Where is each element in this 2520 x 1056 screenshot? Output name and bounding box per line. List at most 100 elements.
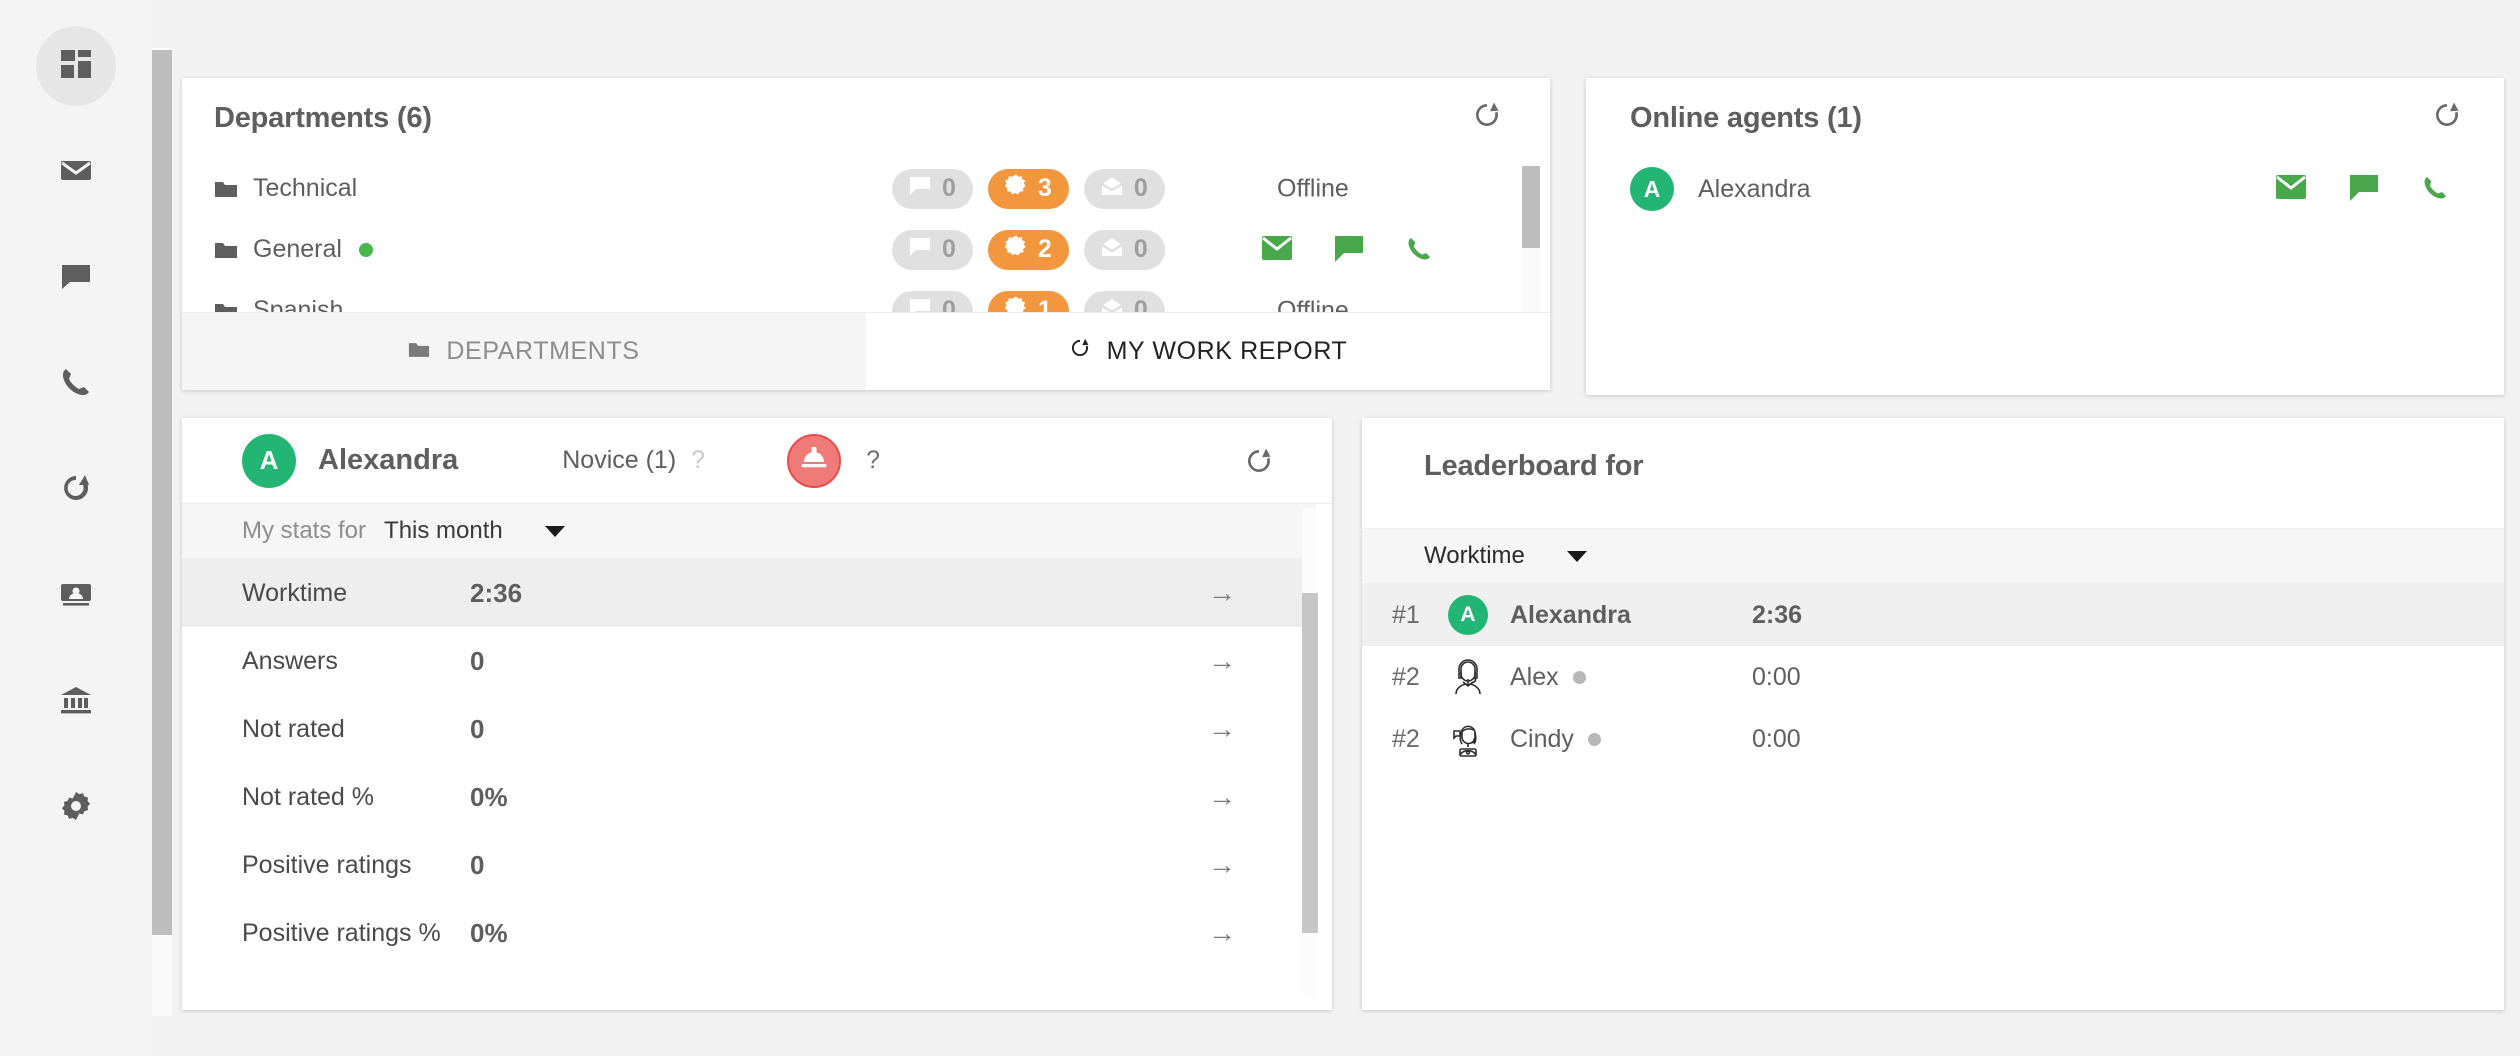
stat-value: 0 [470, 646, 484, 677]
sidebar-item-calls[interactable] [36, 344, 116, 424]
start-chat-button[interactable] [1335, 236, 1363, 264]
badge-value: 0 [1134, 296, 1148, 313]
stat-value: 0 [470, 850, 484, 881]
stat-label: Positive ratings [242, 851, 442, 880]
arrow-right-icon[interactable]: → [1208, 781, 1236, 813]
rank-label: #2 [1392, 663, 1442, 692]
departments-list: Technical 0 3 [182, 158, 1528, 313]
my-stats-refresh-button[interactable] [1244, 446, 1274, 476]
my-stats-panel: A Alexandra Novice (1) ? ? My stat [182, 418, 1332, 1010]
refresh-icon [1244, 463, 1274, 480]
sidebar-item-activity[interactable] [36, 450, 116, 530]
my-stats-period-select[interactable]: This month [384, 517, 503, 545]
start-call-button[interactable] [1406, 236, 1434, 264]
agent-name: Alex [1510, 663, 1559, 692]
page-title: Alexandra [318, 444, 458, 477]
arrow-right-icon[interactable]: → [1208, 645, 1236, 677]
badge-value: 0 [942, 296, 956, 313]
send-email-button[interactable] [1262, 236, 1292, 264]
pending-badge[interactable]: 3 [988, 169, 1069, 209]
leaderboard-panel: Leaderboard for Worktime #1 A Alexandra … [1362, 418, 2504, 1010]
online-agents-refresh-button[interactable] [2432, 100, 2462, 130]
chats-badge[interactable]: 0 [892, 230, 973, 270]
hard-hat-badge[interactable] [787, 434, 841, 488]
arrow-right-icon[interactable]: → [1208, 917, 1236, 949]
table-row[interactable]: #1 A Alexandra 2:36 [1362, 584, 2504, 646]
tab-my-work-report[interactable]: MY WORK REPORT [866, 313, 1550, 390]
pending-badge[interactable]: 2 [988, 230, 1069, 270]
list-item[interactable]: A Alexandra [1630, 158, 2460, 220]
table-row[interactable]: General 0 2 [182, 219, 1528, 280]
badge-value: 2 [1038, 235, 1052, 264]
department-badges: 0 1 0 [892, 291, 1165, 314]
hard-hat-icon [800, 445, 828, 476]
department-name: Technical [253, 174, 357, 203]
chat-bubble-icon [59, 259, 93, 298]
table-row[interactable]: Not rated % 0% → [182, 763, 1316, 831]
arrow-right-icon[interactable]: → [1208, 577, 1236, 609]
chats-badge[interactable]: 0 [892, 291, 973, 314]
badge-help-icon[interactable]: ? [866, 446, 880, 475]
my-stats-rows: Worktime 2:36 → Answers 0 → Not rated 0 … [182, 559, 1316, 967]
open-envelope-icon [1101, 296, 1123, 313]
badge-value: 0 [942, 235, 956, 264]
my-stats-filter-bar: My stats for This month [182, 504, 1316, 559]
chat-bubble-icon [909, 174, 931, 203]
leaderboard-rows: #1 A Alexandra 2:36 #2 Alex 0:00 [1362, 584, 2504, 770]
mail-badge[interactable]: 0 [1084, 169, 1165, 209]
contact-card-icon [59, 577, 93, 616]
arrow-right-icon[interactable]: → [1208, 849, 1236, 881]
chat-bubble-icon [909, 235, 931, 264]
sidebar-nav [0, 0, 152, 1056]
pending-badge[interactable]: 1 [988, 291, 1069, 314]
table-row[interactable]: Worktime 2:36 → [182, 559, 1316, 627]
table-row[interactable]: Positive ratings 0 → [182, 831, 1316, 899]
table-row[interactable]: #2 Alex 0:00 [1362, 646, 2504, 708]
departments-scrollbar-thumb[interactable] [1522, 166, 1540, 248]
mail-badge[interactable]: 0 [1084, 230, 1165, 270]
sidebar-item-company[interactable] [36, 662, 116, 742]
table-row[interactable]: #2 Cindy 0:00 [1362, 708, 2504, 770]
page-scrollbar-thumb[interactable] [152, 50, 172, 935]
start-chat-button[interactable] [2350, 175, 2378, 203]
chevron-down-icon[interactable] [545, 526, 565, 537]
departments-tabs: DEPARTMENTS MY WORK REPORT [182, 312, 1550, 390]
status-badge: Offline [1277, 296, 1349, 313]
sidebar-item-contacts[interactable] [36, 556, 116, 636]
table-row[interactable]: Spanish 0 1 0 [182, 280, 1528, 313]
start-call-button[interactable] [2422, 175, 2450, 203]
sidebar-item-chats[interactable] [36, 238, 116, 318]
chevron-down-icon[interactable] [1567, 551, 1587, 562]
table-row[interactable]: Not rated 0 → [182, 695, 1316, 763]
offline-status-dot [1588, 733, 1601, 746]
badge-value: 0 [942, 174, 956, 203]
phone-icon [59, 365, 93, 404]
table-row[interactable]: Answers 0 → [182, 627, 1316, 695]
sidebar-item-dashboard[interactable] [36, 26, 116, 106]
sidebar-item-settings[interactable] [36, 768, 116, 848]
department-badges: 0 3 0 [892, 169, 1165, 209]
tab-label: DEPARTMENTS [446, 337, 639, 366]
table-row[interactable]: Positive ratings % 0% → [182, 899, 1316, 967]
departments-refresh-button[interactable] [1472, 100, 1502, 130]
starburst-icon [1005, 296, 1027, 313]
mail-badge[interactable]: 0 [1084, 291, 1165, 314]
stat-value: 0% [470, 782, 508, 813]
table-row[interactable]: Technical 0 3 [182, 158, 1528, 219]
badge-value: 1 [1038, 296, 1052, 313]
folder-icon [214, 179, 238, 199]
department-actions [1262, 236, 1434, 264]
stat-value: 0% [470, 918, 508, 949]
send-email-button[interactable] [2276, 175, 2306, 203]
tab-departments[interactable]: DEPARTMENTS [182, 313, 866, 390]
sidebar-item-mail[interactable] [36, 132, 116, 212]
leaderboard-metric-select[interactable]: Worktime [1424, 542, 1525, 570]
folder-icon [214, 240, 238, 260]
my-stats-header: A Alexandra Novice (1) ? ? [182, 418, 1332, 504]
rank-help-icon[interactable]: ? [691, 446, 705, 475]
my-stats-scrollbar-thumb[interactable] [1302, 593, 1318, 933]
metric-value: 0:00 [1752, 725, 1801, 754]
chats-badge[interactable]: 0 [892, 169, 973, 209]
open-envelope-icon [1101, 174, 1123, 203]
arrow-right-icon[interactable]: → [1208, 713, 1236, 745]
